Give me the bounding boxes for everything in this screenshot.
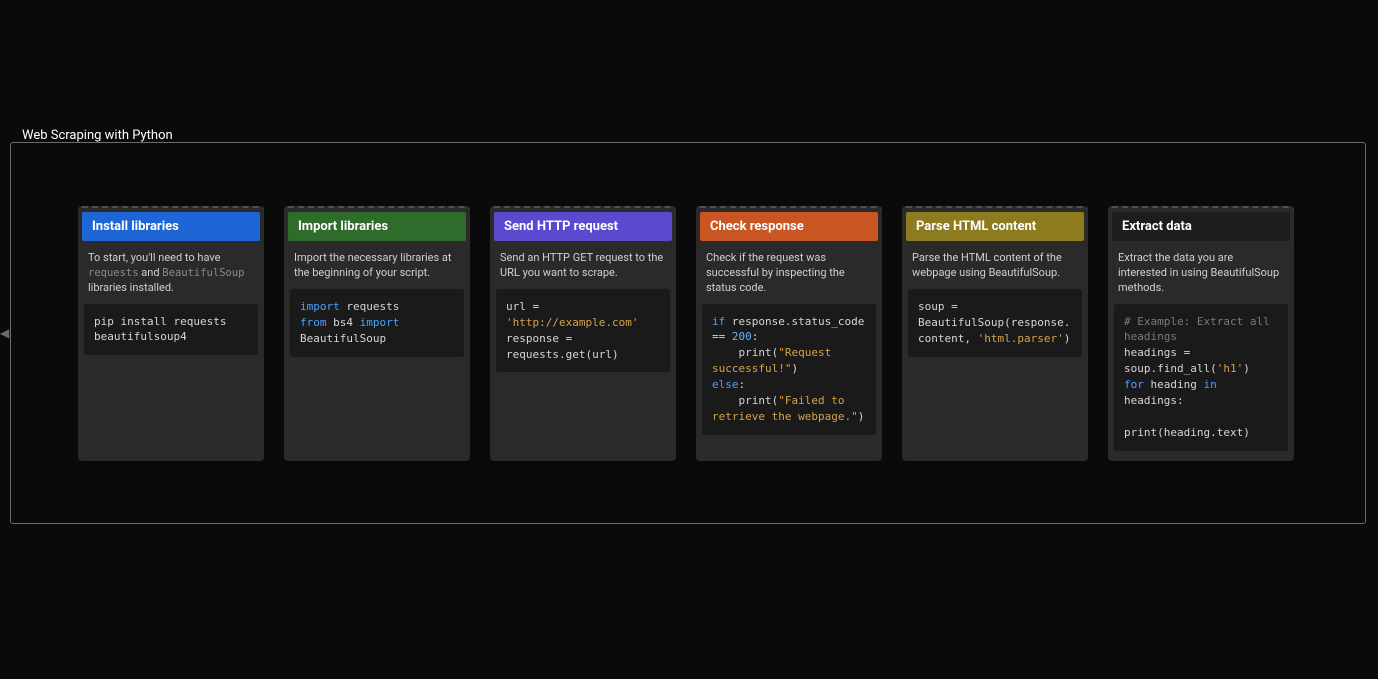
cards-row: Install librariesTo start, you'll need t… [78,206,1294,461]
step-card[interactable]: Import libraries Import the necessary lib… [284,206,470,461]
code-token: ) [1064,332,1071,345]
code-token: ) [791,362,798,375]
card-description: To start, you'll need to have requests a… [78,241,264,304]
desc-text: Extract the data you are interested in u… [1118,251,1279,294]
desc-text: Parse the HTML content of the webpage us… [912,251,1062,279]
code-token: heading [1144,378,1204,391]
code-token: import [300,300,340,313]
inline-code: BeautifulSoup [162,267,244,279]
code-token: ) [1243,362,1250,375]
code-token: pip install requests beautifulsoup4 [94,315,233,344]
card-description: Parse the HTML content of the webpage us… [902,241,1088,289]
card-header: Install libraries [82,212,260,241]
code-token: 'http://example.com' [506,316,638,329]
code-token: requests [340,300,400,313]
code-block: if response.status_code == 200: print("R… [702,304,876,436]
step-card[interactable]: Extract data Extract the data you are int… [1108,206,1294,461]
code-block: url = 'http://example.com' response = re… [496,289,670,373]
step-card[interactable]: Send HTTP request Send an HTTP GET reques… [490,206,676,461]
step-card[interactable]: Check response Check if the request was s… [696,206,882,461]
card-description: Send an HTTP GET request to the URL you … [490,241,676,289]
card-description: Extract the data you are interested in u… [1108,241,1294,304]
desc-text: Check if the request was successful by i… [706,251,845,294]
card-header: Send HTTP request [494,212,672,241]
code-token: for [1124,378,1144,391]
code-token: 'h1' [1217,362,1244,375]
code-token: bs4 [327,316,360,329]
code-block: # Example: Extract all headings headings… [1114,304,1288,452]
card-header: Check response [700,212,878,241]
code-token: 'html.parser' [978,332,1064,345]
card-description: Check if the request was successful by i… [696,241,882,304]
code-token: import [360,316,400,329]
collapse-arrow-icon[interactable]: ◀ [0,326,10,340]
inline-code: requests [88,267,139,279]
code-block: pip install requests beautifulsoup4 [84,304,258,356]
card-header: Import libraries [288,212,466,241]
code-block: import requests from bs4 import Beautifu… [290,289,464,357]
code-token: if [712,315,725,328]
card-header: Extract data [1112,212,1290,241]
desc-text: and [139,266,163,279]
page-title: Web Scraping with Python [22,128,173,143]
code-token: in [1203,378,1216,391]
card-description: Import the necessary libraries at the be… [284,241,470,289]
step-card[interactable]: Install librariesTo start, you'll need t… [78,206,264,461]
code-token: url = [506,300,546,313]
code-token: from [300,316,327,329]
desc-text: Send an HTTP GET request to the URL you … [500,251,663,279]
desc-text: To start, you'll need to have [88,251,220,264]
desc-text: Import the necessary libraries at the be… [294,251,451,279]
code-block: soup = BeautifulSoup(response.content, '… [908,289,1082,357]
card-header: Parse HTML content [906,212,1084,241]
code-token: else [712,378,739,391]
code-token: ) [858,410,865,423]
desc-text: libraries installed. [88,281,174,294]
code-token: # Example: Extract all headings [1124,315,1276,344]
step-card[interactable]: Parse HTML content Parse the HTML content… [902,206,1088,461]
code-token: response = requests.get(url) [506,332,619,361]
code-token: headings = soup.find_all( [1124,346,1217,375]
code-token: 200 [732,330,752,343]
